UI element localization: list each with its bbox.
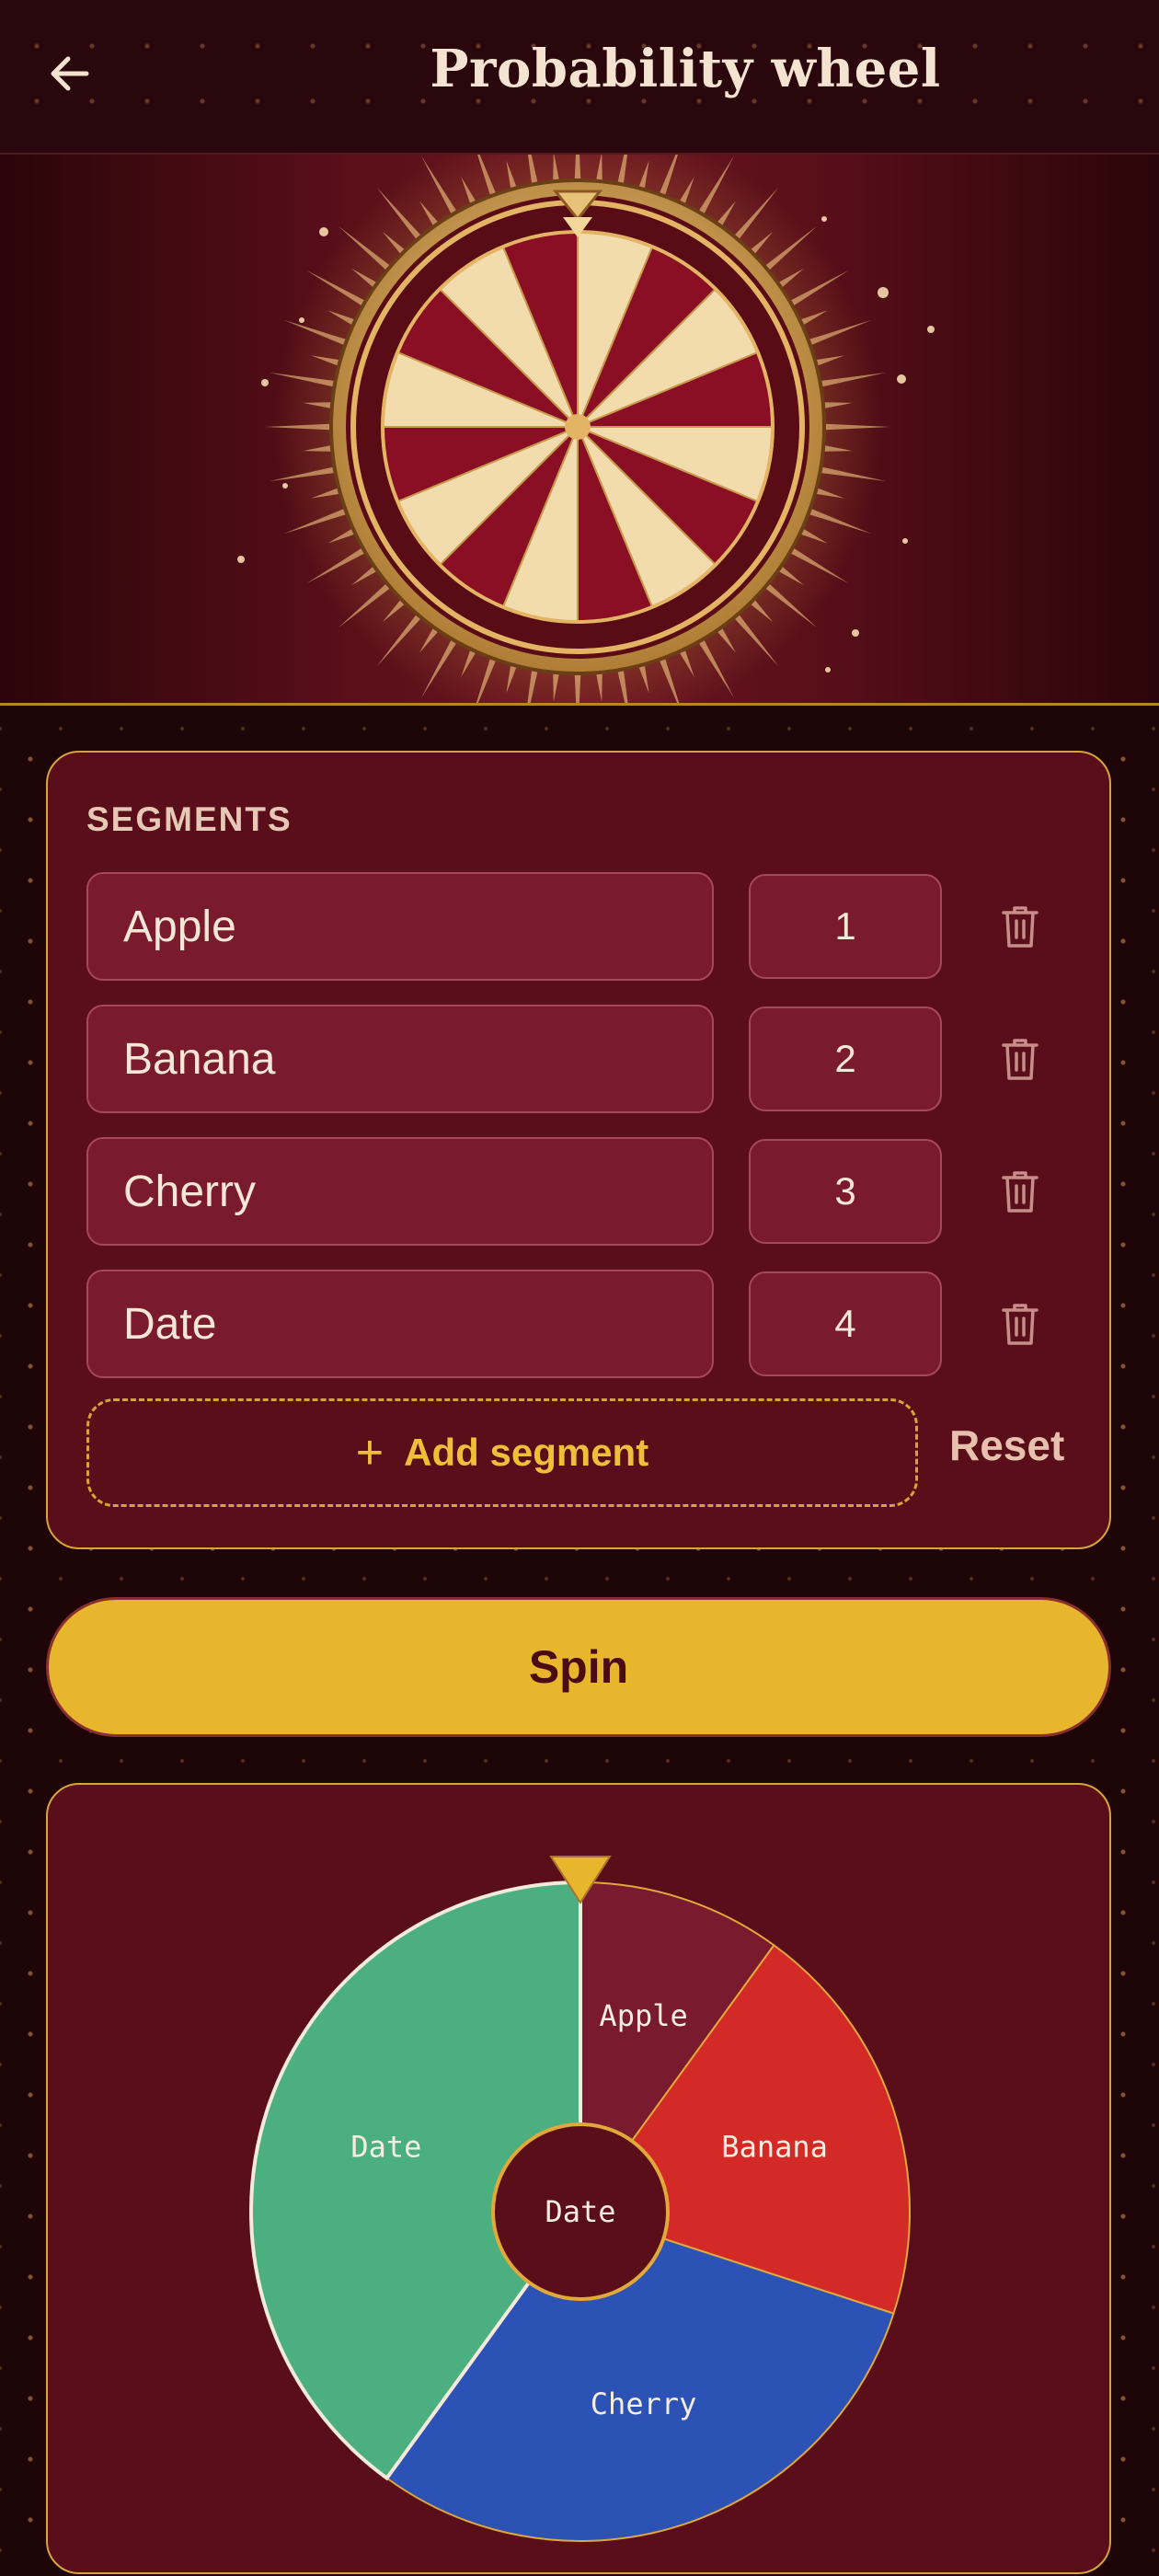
wheel-slice-label: Apple xyxy=(599,1998,687,2033)
app-header: Probability wheel xyxy=(0,0,1159,155)
segment-row: Banana 2 xyxy=(86,1005,1080,1113)
segment-name-input[interactable]: Apple xyxy=(86,872,714,981)
wheel-card: Apple Banana Cherry Date Date xyxy=(46,1783,1111,2574)
wheel-slice-label: Banana xyxy=(721,2129,828,2164)
delete-segment-button[interactable] xyxy=(988,1027,1052,1091)
delete-segment-button[interactable] xyxy=(988,1292,1052,1356)
segment-row: Apple 1 xyxy=(86,872,1080,981)
section-label: SEGMENTS xyxy=(86,800,293,838)
hero-banner xyxy=(0,155,1159,706)
trash-icon xyxy=(1002,1171,1039,1213)
trash-icon xyxy=(1002,906,1039,948)
add-segment-button[interactable]: + Add segment xyxy=(86,1398,918,1507)
segment-name-input[interactable]: Date xyxy=(86,1270,714,1378)
wheel-slice-label: Cherry xyxy=(591,2386,697,2421)
delete-segment-button[interactable] xyxy=(988,1159,1052,1224)
trash-icon xyxy=(1002,1304,1039,1345)
segment-weight-input[interactable]: 2 xyxy=(749,1006,942,1111)
add-segment-label: Add segment xyxy=(404,1431,649,1474)
probability-wheel: Apple Banana Cherry Date Date xyxy=(249,1856,911,2542)
trash-icon xyxy=(1002,1039,1039,1080)
segment-weight-input[interactable]: 3 xyxy=(749,1139,942,1244)
decorative-wheel-illustration xyxy=(237,155,935,703)
wheel-slice-label: Date xyxy=(350,2129,421,2164)
segment-row: Cherry 3 xyxy=(86,1137,1080,1246)
segments-card: SEGMENTS Apple 1 Banana 2 Cherry 3 Date … xyxy=(46,751,1111,1549)
spin-button[interactable]: Spin xyxy=(46,1597,1111,1737)
wheel-result-label: Date xyxy=(545,2194,615,2229)
plus-icon: + xyxy=(355,1426,384,1479)
segment-weight-input[interactable]: 1 xyxy=(749,874,942,979)
page-title: Probability wheel xyxy=(430,39,941,99)
reset-button[interactable]: Reset xyxy=(949,1420,1064,1470)
segment-name-input[interactable]: Banana xyxy=(86,1005,714,1113)
segment-weight-input[interactable]: 4 xyxy=(749,1271,942,1376)
delete-segment-button[interactable] xyxy=(988,894,1052,959)
segment-name-input[interactable]: Cherry xyxy=(86,1137,714,1246)
segment-row: Date 4 xyxy=(86,1270,1080,1378)
